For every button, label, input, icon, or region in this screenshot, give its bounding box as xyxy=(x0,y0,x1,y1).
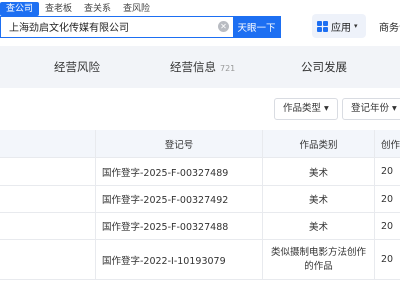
table-row: 国作登字-2025-F-00327492 美术 20 xyxy=(0,186,400,213)
apps-grid-icon xyxy=(317,20,328,32)
filter-label: 作品类型 xyxy=(283,103,322,114)
header-cell xyxy=(0,130,95,157)
category-cell: 美术 xyxy=(262,213,374,239)
tab-business-info[interactable]: 经营信息 721 xyxy=(170,46,235,88)
filter-label: 登记年份 xyxy=(351,103,390,114)
tab-search-risk[interactable]: 查风险 xyxy=(117,2,156,16)
category-cell: 美术 xyxy=(262,158,374,185)
year-cell: 20 xyxy=(374,213,400,239)
tab-label: 经营风险 xyxy=(54,60,100,74)
chevron-down-icon: ▾ xyxy=(392,103,397,114)
clear-search-button[interactable]: ✕ xyxy=(215,17,233,36)
apps-label: 应用 xyxy=(331,22,351,34)
tab-business-risk[interactable]: 经营风险 xyxy=(54,46,100,88)
table-row: 国作登字-2022-I-10193079 类似摄制电影方法创作的作品 20 xyxy=(0,240,400,280)
header-cell-category: 作品类别 xyxy=(262,130,374,157)
year-cell: 20 xyxy=(374,158,400,185)
tab-label: 经营信息 xyxy=(170,60,216,74)
year-cell: 20 xyxy=(374,240,400,279)
business-cooperation-link[interactable]: 商务合作 xyxy=(379,19,400,34)
category-cell: 美术 xyxy=(262,186,374,212)
tab-search-company[interactable]: 查公司 xyxy=(0,2,40,16)
close-icon: ✕ xyxy=(218,21,229,32)
year-cell: 20 xyxy=(374,186,400,212)
search-input[interactable] xyxy=(1,17,215,36)
top-search-area: 查公司 查老板 查关系 查风险 ✕ 天眼一下 应用 ▾ 商务合作 xyxy=(0,0,400,46)
search-type-tabs: 查公司 查老板 查关系 查风险 xyxy=(0,2,156,16)
table-row: 国作登字-2025-F-00327489 美术 20 xyxy=(0,158,400,186)
reg-no-cell: 国作登字-2025-F-00327488 xyxy=(95,213,262,239)
search-button[interactable]: 天眼一下 xyxy=(232,15,281,38)
chevron-down-icon: ▾ xyxy=(324,103,329,114)
section-nav: 经营风险 经营信息 721 公司发展 xyxy=(0,46,400,88)
table-row: 国作登字-2025-F-00327488 美术 20 xyxy=(0,213,400,240)
reg-no-cell: 国作登字-2025-F-00327492 xyxy=(95,186,262,212)
apps-menu-button[interactable]: 应用 ▾ xyxy=(312,14,366,38)
tab-company-development[interactable]: 公司发展 xyxy=(301,46,347,88)
tab-count-badge: 721 xyxy=(220,64,236,73)
search-box: ✕ 天眼一下 xyxy=(0,15,281,38)
tab-search-relation[interactable]: 查关系 xyxy=(78,2,117,16)
work-type-filter[interactable]: 作品类型 ▾ xyxy=(274,98,338,120)
header-cell-reg-no: 登记号 xyxy=(95,130,262,157)
registration-year-filter[interactable]: 登记年份 ▾ xyxy=(342,98,400,120)
tab-label: 公司发展 xyxy=(301,60,347,74)
table-header-row: 登记号 作品类别 创作 xyxy=(0,130,400,158)
reg-no-cell: 国作登字-2022-I-10193079 xyxy=(95,240,262,279)
reg-no-cell: 国作登字-2025-F-00327489 xyxy=(95,158,262,185)
chevron-down-icon: ▾ xyxy=(354,22,358,30)
header-cell-year: 创作 xyxy=(374,130,400,157)
tab-search-boss[interactable]: 查老板 xyxy=(39,2,78,16)
category-cell: 类似摄制电影方法创作的作品 xyxy=(262,240,374,279)
